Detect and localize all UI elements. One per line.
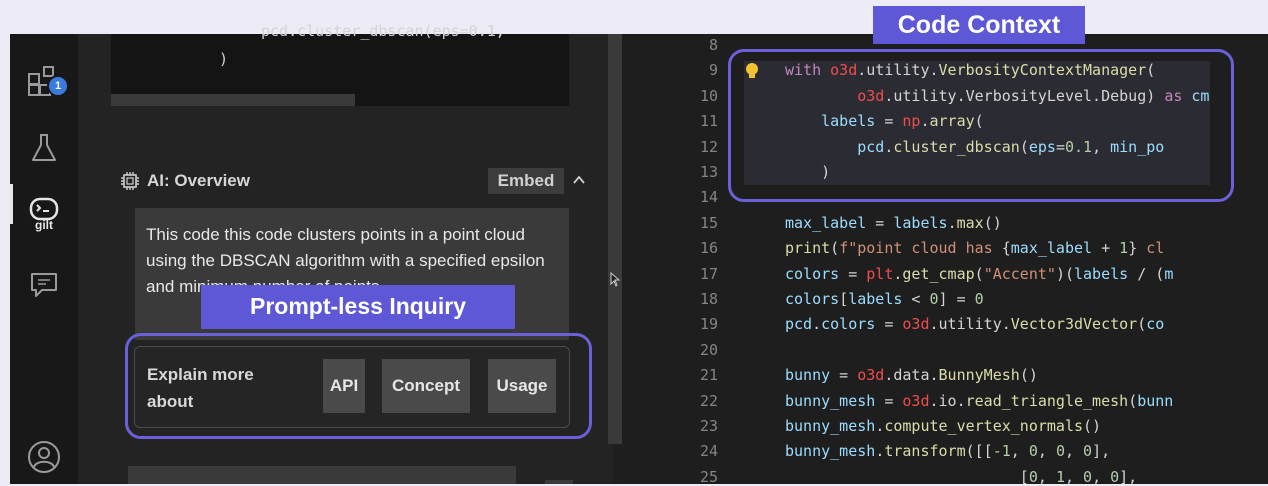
line-number: 14	[699, 188, 718, 207]
gilt-icon-glyph: gilt	[29, 197, 59, 232]
code-line[interactable]: pcd.colors = o3d.utility.Vector3dVector(…	[785, 315, 1164, 333]
svg-text:gilt: gilt	[35, 218, 53, 232]
line-number: 18	[699, 290, 718, 308]
ai-overview-header: AI: Overview Embed	[107, 168, 585, 197]
line-number: 15	[699, 213, 718, 232]
code-line[interactable]: bunny_mesh.transform([[-1, 0, 0, 0],	[785, 442, 1110, 460]
code-line[interactable]: colors = plt.get_cmap("Accent")(labels /…	[785, 265, 1173, 283]
code-line[interactable]: max_label = labels.max()	[785, 214, 1002, 232]
chip-icon	[119, 170, 141, 197]
prompt-less-callout	[125, 333, 592, 439]
next-card-button[interactable]	[545, 480, 573, 484]
flask-icon[interactable]	[24, 128, 64, 168]
prompt-less-tag: Prompt-less Inquiry	[201, 285, 515, 329]
code-line[interactable]: bunny_mesh.compute_vertex_normals()	[785, 417, 1101, 435]
code-context-tag: Code Context	[873, 6, 1085, 44]
code-context-callout	[728, 49, 1234, 202]
extensions-badge: 1	[47, 75, 69, 97]
line-number: 11	[699, 112, 718, 131]
gilt-icon[interactable]: gilt	[24, 194, 64, 234]
flask-icon-glyph	[32, 134, 56, 161]
account-icon[interactable]	[24, 437, 64, 477]
snippet-line-2: )	[219, 50, 229, 68]
code-line[interactable]: bunny_mesh = o3d.io.read_triangle_mesh(b…	[785, 392, 1173, 410]
line-number: 23	[699, 417, 718, 435]
active-indicator	[10, 184, 13, 224]
snippet-line-1: pcd.cluster_dbscan(eps=0.1,	[261, 22, 505, 40]
line-number: 10	[699, 86, 718, 105]
line-number: 20	[699, 340, 718, 359]
extensions-icon[interactable]: 1	[24, 62, 69, 102]
activity-bar: 1 gilt	[10, 34, 78, 484]
code-line[interactable]: [0, 1, 0, 0],	[785, 468, 1137, 486]
line-number: 8	[708, 36, 718, 54]
line-number: 22	[699, 391, 718, 410]
line-number: 19	[699, 315, 718, 334]
collapse-chevron-icon[interactable]	[573, 172, 585, 190]
line-number: 12	[699, 137, 718, 156]
chat-icon[interactable]	[24, 264, 64, 304]
line-number: 13	[699, 163, 718, 181]
line-number: 16	[699, 239, 718, 258]
mouse-cursor-icon	[610, 271, 621, 293]
panel-scrollbar[interactable]	[608, 34, 622, 444]
code-line[interactable]: colors[labels < 0] = 0	[785, 290, 984, 308]
chat-icon-glyph	[31, 273, 57, 297]
line-number: 21	[699, 366, 718, 385]
line-number: 9	[708, 61, 718, 80]
code-line[interactable]: print(f"point cloud has {max_label + 1} …	[785, 239, 1164, 257]
line-number: 25	[699, 467, 718, 486]
line-number: 24	[699, 442, 718, 461]
ai-overview-title: AI: Overview	[147, 171, 250, 190]
line-number: 17	[699, 264, 718, 283]
snippet-scrollbar[interactable]	[111, 94, 355, 106]
account-icon-glyph	[28, 441, 60, 473]
code-line[interactable]: bunny = o3d.data.BunnyMesh()	[785, 366, 1038, 384]
embed-button[interactable]: Embed	[488, 168, 564, 194]
next-card	[128, 466, 516, 484]
